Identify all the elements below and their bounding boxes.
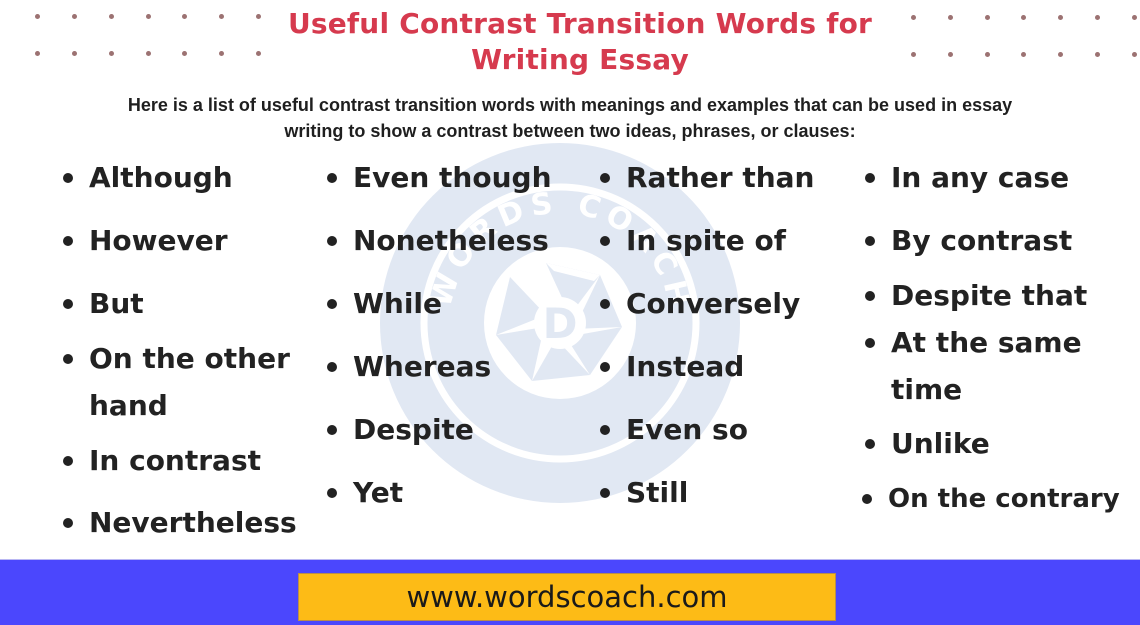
list-item: Yet xyxy=(353,476,404,509)
decorative-dot xyxy=(181,13,187,19)
wordscoach-watermark-logo-icon: WORDS COACH D xyxy=(380,143,740,503)
bullet-icon xyxy=(600,173,610,183)
decorative-dot xyxy=(1094,14,1100,20)
bullet-icon xyxy=(865,439,875,449)
bullet-icon xyxy=(327,362,337,372)
bullet-icon xyxy=(600,488,610,498)
list-item: In any case xyxy=(891,161,1070,194)
watermark-letter: D xyxy=(543,299,578,348)
list-item: Nevertheless xyxy=(89,506,297,539)
list-item: In contrast xyxy=(89,444,262,477)
list-item: Nonetheless xyxy=(353,224,549,257)
list-item: In spite of xyxy=(626,224,786,257)
decorative-dot xyxy=(1020,51,1026,57)
bullet-icon xyxy=(63,354,73,364)
bullet-icon xyxy=(327,236,337,246)
decorative-dot xyxy=(1094,51,1100,57)
list-item: Although xyxy=(89,161,233,194)
list-item: Even though xyxy=(353,161,552,194)
bullet-icon xyxy=(327,173,337,183)
bullet-icon xyxy=(865,236,875,246)
list-item: But xyxy=(89,287,144,320)
bullet-icon xyxy=(63,456,73,466)
bullet-icon xyxy=(862,494,872,504)
decorative-dot xyxy=(218,50,224,56)
list-item: Conversely xyxy=(626,287,801,320)
list-item: However xyxy=(89,224,228,257)
decorative-dot xyxy=(1057,14,1063,20)
list-item: Despite xyxy=(353,413,474,446)
decorative-dot xyxy=(1131,14,1137,20)
intro-line-2: writing to show a contrast between two i… xyxy=(284,121,856,141)
decorative-dot xyxy=(984,14,990,20)
bullet-icon xyxy=(63,518,73,528)
list-item: Instead xyxy=(626,350,745,383)
decorative-dot xyxy=(108,13,114,19)
list-item-continuation: hand xyxy=(89,389,168,422)
decorative-dot xyxy=(1057,51,1063,57)
decorative-dot xyxy=(108,50,114,56)
website-url-box[interactable]: www.wordscoach.com xyxy=(298,573,836,621)
bullet-icon xyxy=(63,299,73,309)
bullet-icon xyxy=(865,338,875,348)
bullet-icon xyxy=(63,173,73,183)
bullet-icon xyxy=(600,236,610,246)
bullet-icon xyxy=(63,236,73,246)
intro-paragraph: Here is a list of useful contrast transi… xyxy=(60,92,1080,144)
decorative-dot xyxy=(947,14,953,20)
list-item: Even so xyxy=(626,413,748,446)
website-url-link[interactable]: www.wordscoach.com xyxy=(299,574,835,620)
page-title: Useful Contrast Transition Words for Wri… xyxy=(230,6,930,78)
list-item: By contrast xyxy=(891,224,1073,257)
title-line-1: Useful Contrast Transition Words for xyxy=(287,7,873,40)
decorative-dot xyxy=(145,13,151,19)
bullet-icon xyxy=(600,425,610,435)
decorative-dot xyxy=(218,13,224,19)
bullet-icon xyxy=(600,299,610,309)
bullet-icon xyxy=(865,291,875,301)
decorative-dot xyxy=(984,51,990,57)
decorative-dot xyxy=(71,13,77,19)
list-item: While xyxy=(353,287,443,320)
title-line-2: Writing Essay xyxy=(471,43,689,76)
list-item-continuation: time xyxy=(891,373,963,406)
intro-line-1: Here is a list of useful contrast transi… xyxy=(127,95,1013,115)
list-item: Despite that xyxy=(891,279,1088,312)
list-item: On the other xyxy=(89,342,290,375)
bullet-icon xyxy=(327,425,337,435)
bullet-icon xyxy=(327,299,337,309)
decorative-dot xyxy=(947,51,953,57)
list-item: Rather than xyxy=(626,161,815,194)
list-item: Whereas xyxy=(353,350,492,383)
list-item: At the same xyxy=(891,326,1082,359)
decorative-dot xyxy=(34,13,40,19)
decorative-dot xyxy=(71,50,77,56)
bullet-icon xyxy=(865,173,875,183)
decorative-dot xyxy=(34,50,40,56)
bullet-icon xyxy=(327,488,337,498)
decorative-dot xyxy=(1020,14,1026,20)
decorative-dot xyxy=(1131,51,1137,57)
list-item: On the contrary xyxy=(888,484,1120,514)
list-item: Still xyxy=(626,476,689,509)
decorative-dot xyxy=(181,50,187,56)
bullet-icon xyxy=(600,362,610,372)
list-item: Unlike xyxy=(891,427,990,460)
decorative-dot xyxy=(145,50,151,56)
